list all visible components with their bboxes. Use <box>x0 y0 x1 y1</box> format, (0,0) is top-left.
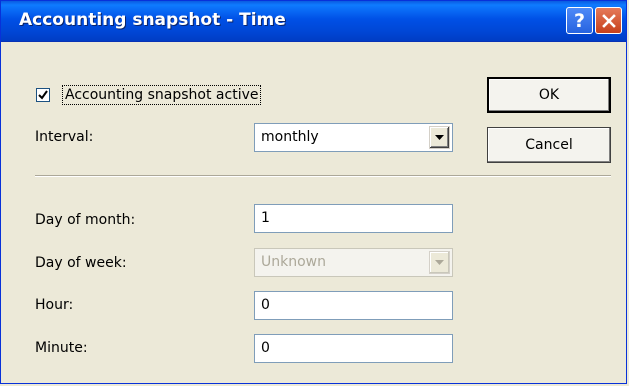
help-button[interactable]: ? <box>566 7 593 34</box>
day-of-month-input[interactable]: 1 <box>254 204 453 233</box>
hour-label: Hour: <box>35 297 74 313</box>
close-icon <box>601 13 616 28</box>
chevron-down-icon <box>435 135 444 140</box>
minute-input[interactable]: 0 <box>254 334 453 363</box>
day-of-month-label: Day of month: <box>35 212 136 228</box>
checkmark-icon <box>38 90 48 100</box>
day-of-week-label: Day of week: <box>35 255 127 271</box>
dialog-window: Accounting snapshot - Time ? Accounting … <box>0 0 627 384</box>
snapshot-active-row[interactable]: Accounting snapshot active <box>36 85 262 105</box>
minute-label: Minute: <box>35 340 88 356</box>
cancel-button[interactable]: Cancel <box>487 127 611 163</box>
close-button[interactable] <box>595 7 622 34</box>
day-of-week-value: Unknown <box>261 254 326 270</box>
hour-input[interactable]: 0 <box>254 291 453 320</box>
interval-select[interactable]: monthly <box>254 123 453 152</box>
interval-label: Interval: <box>35 129 94 145</box>
snapshot-active-checkbox[interactable] <box>36 88 50 102</box>
ok-button[interactable]: OK <box>487 77 611 113</box>
chevron-down-icon <box>435 260 444 265</box>
section-divider <box>35 175 611 177</box>
interval-value: monthly <box>261 129 319 145</box>
day-of-week-select: Unknown <box>254 248 453 277</box>
snapshot-active-label: Accounting snapshot active <box>62 85 262 105</box>
help-icon: ? <box>573 9 586 32</box>
title-bar[interactable]: Accounting snapshot - Time ? <box>1 1 626 42</box>
day-of-week-dropdown-button <box>429 251 450 274</box>
window-title: Accounting snapshot - Time <box>19 10 286 30</box>
interval-dropdown-button[interactable] <box>429 126 450 149</box>
